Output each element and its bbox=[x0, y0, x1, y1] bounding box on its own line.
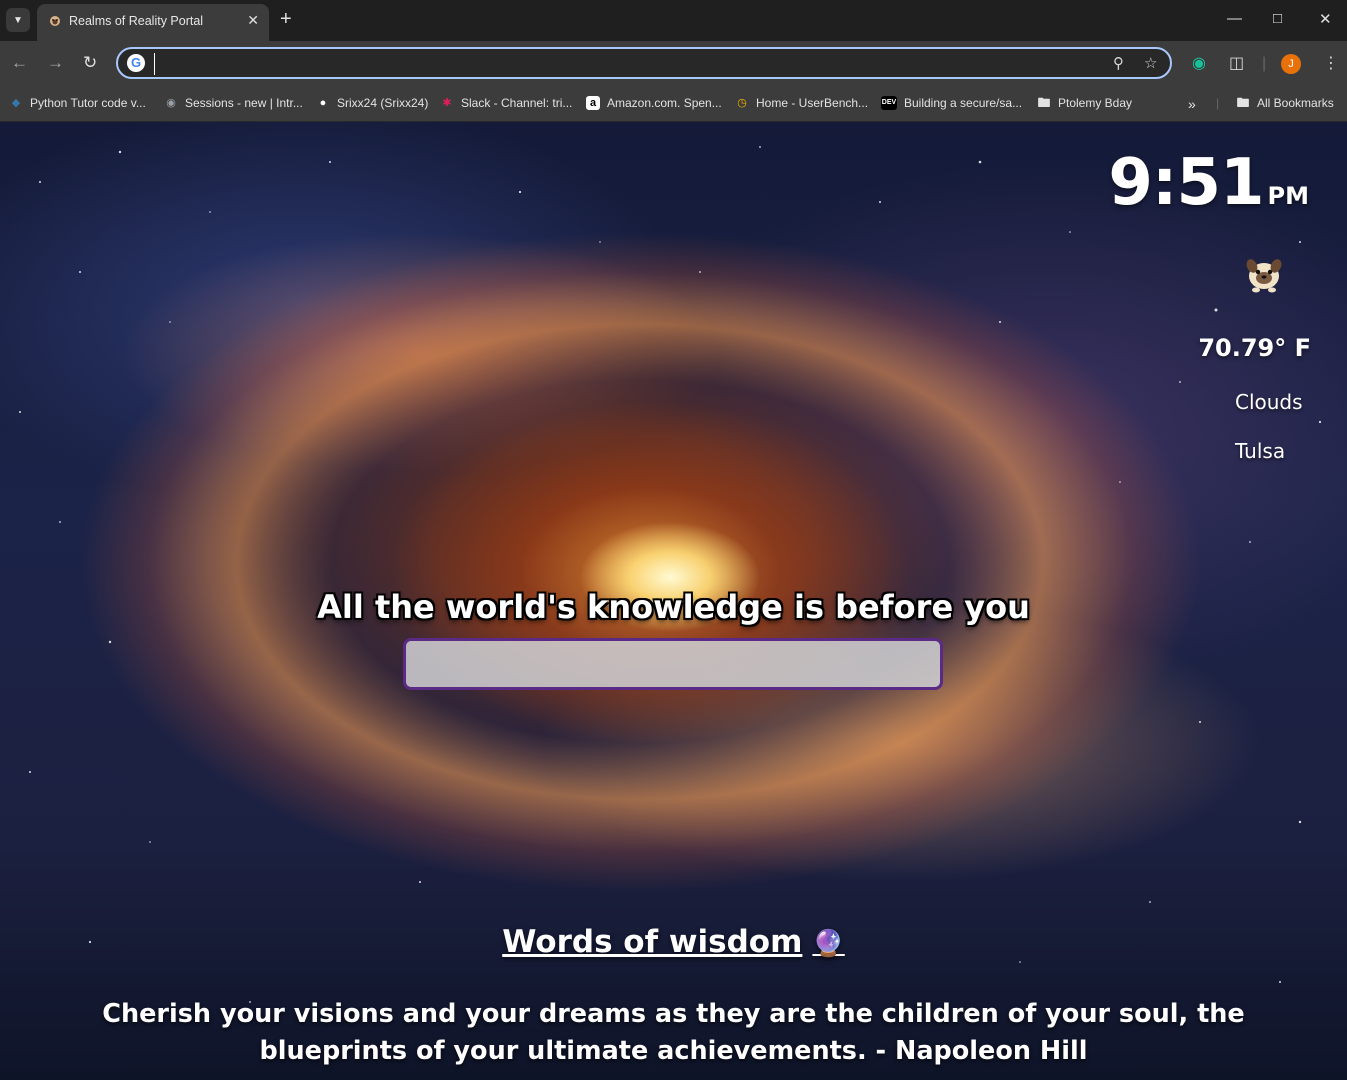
all-bookmarks-label: All Bookmarks bbox=[1257, 96, 1334, 110]
close-tab-icon[interactable]: ✕ bbox=[247, 12, 259, 29]
tab-strip: ▼ Realms of Reality Portal ✕ + — □ ✕ bbox=[0, 0, 1347, 41]
clock-time: 9:51 bbox=[1108, 146, 1264, 220]
bookmark-label: Amazon.com. Spen... bbox=[607, 96, 722, 110]
address-input[interactable] bbox=[154, 53, 1059, 75]
tab-title: Realms of Reality Portal bbox=[69, 14, 204, 28]
crystal-ball-icon: 🔮 bbox=[812, 929, 845, 959]
bookmark-label: Srixx24 (Srixx24) bbox=[337, 96, 429, 110]
bookmark-userbenchmark[interactable]: ◷ Home - UserBench... bbox=[735, 96, 868, 110]
bookmarks-bar: ◆ Python Tutor code v... ◉ Sessions - ne… bbox=[0, 87, 1347, 122]
bookmark-github[interactable]: ● Srixx24 (Srixx24) bbox=[316, 96, 429, 110]
search-headline: All the world's knowledge is before you bbox=[317, 588, 1030, 626]
browser-toolbar: ← → ↻ G ⚲ ☆ ◉ ◫ | J ⋮ bbox=[0, 41, 1347, 87]
reload-icon[interactable]: ↻ bbox=[83, 54, 97, 72]
weather-city: Tulsa bbox=[1235, 439, 1286, 463]
dev-icon: DEV bbox=[881, 96, 897, 110]
back-arrow-icon[interactable]: ← bbox=[11, 54, 28, 72]
google-icon: G bbox=[127, 54, 145, 72]
bookmark-label: Ptolemy Bday bbox=[1058, 96, 1133, 110]
bookmark-label: Building a secure/sa... bbox=[904, 96, 1023, 110]
bookmark-slack[interactable]: ✱ Slack - Channel: tri... bbox=[440, 96, 572, 110]
more-bookmarks-chevron-icon[interactable]: » bbox=[1188, 96, 1196, 112]
pug-favicon-icon bbox=[48, 14, 62, 28]
bookmark-label: Sessions - new | Intr... bbox=[185, 96, 303, 110]
page-background: 9:51 PM 70.79° F Clouds Tulsa All the wor… bbox=[0, 122, 1347, 1080]
all-bookmarks-folder[interactable]: 🖿 All Bookmarks bbox=[1236, 95, 1334, 111]
clock-ampm: PM bbox=[1267, 182, 1309, 210]
slack-icon: ✱ bbox=[442, 97, 452, 109]
bookmark-star-icon[interactable]: ☆ bbox=[1144, 54, 1157, 72]
location-pin-icon[interactable]: ⚲ bbox=[1113, 54, 1124, 72]
python-icon: ◆ bbox=[11, 97, 21, 109]
search-input[interactable] bbox=[403, 638, 943, 690]
userbench-icon: ◷ bbox=[737, 97, 747, 109]
new-tab-button[interactable]: + bbox=[280, 9, 292, 29]
toolbar-divider: | bbox=[1262, 55, 1267, 72]
forward-arrow-icon[interactable]: → bbox=[47, 54, 64, 72]
bookmark-amazon[interactable]: a Amazon.com. Spen... bbox=[586, 96, 722, 110]
extensions-puzzle-icon[interactable]: ◫ bbox=[1229, 55, 1244, 73]
chevron-down-icon: ▼ bbox=[13, 14, 23, 26]
minimize-icon[interactable]: — bbox=[1227, 10, 1242, 27]
address-bar[interactable]: G ⚲ ☆ bbox=[116, 47, 1172, 79]
bookmark-label: Slack - Channel: tri... bbox=[461, 96, 573, 110]
github-icon: ● bbox=[319, 97, 327, 109]
grammarly-icon[interactable]: ◉ bbox=[1192, 55, 1206, 73]
temperature: 70.79° F bbox=[1198, 334, 1311, 362]
folder-icon: 🖿 bbox=[1236, 95, 1250, 110]
bookmark-python-tutor[interactable]: ◆ Python Tutor code v... bbox=[9, 96, 146, 110]
active-tab[interactable]: Realms of Reality Portal ✕ bbox=[37, 4, 269, 41]
amazon-icon: a bbox=[586, 96, 600, 110]
wisdom-title-text: Words of wisdom bbox=[502, 924, 803, 960]
tab-search-button[interactable]: ▼ bbox=[6, 8, 30, 32]
weather-condition: Clouds bbox=[1235, 390, 1303, 414]
profile-avatar[interactable]: J bbox=[1281, 54, 1301, 74]
bookmark-label: Home - UserBench... bbox=[756, 96, 869, 110]
folder-icon: 🖿 bbox=[1037, 95, 1051, 110]
bookmark-sessions[interactable]: ◉ Sessions - new | Intr... bbox=[164, 96, 303, 110]
bookmark-folder-ptolemy[interactable]: 🖿 Ptolemy Bday bbox=[1037, 95, 1133, 111]
pug-weather-icon bbox=[1242, 250, 1286, 294]
window-close-icon[interactable]: ✕ bbox=[1319, 10, 1332, 28]
clock: 9:51 PM bbox=[1108, 146, 1309, 220]
bookmark-label: Python Tutor code v... bbox=[30, 96, 146, 110]
bookmark-dev[interactable]: DEV Building a secure/sa... bbox=[881, 96, 1022, 110]
more-menu-icon[interactable]: ⋮ bbox=[1323, 55, 1339, 73]
wisdom-quote: Cherish your visions and your dreams as … bbox=[102, 999, 1245, 1066]
wisdom-title: Words of wisdom 🔮 bbox=[0, 924, 1347, 960]
globe-icon: ◉ bbox=[166, 97, 176, 109]
bookmarks-divider: | bbox=[1216, 96, 1220, 110]
maximize-icon[interactable]: □ bbox=[1273, 10, 1282, 27]
